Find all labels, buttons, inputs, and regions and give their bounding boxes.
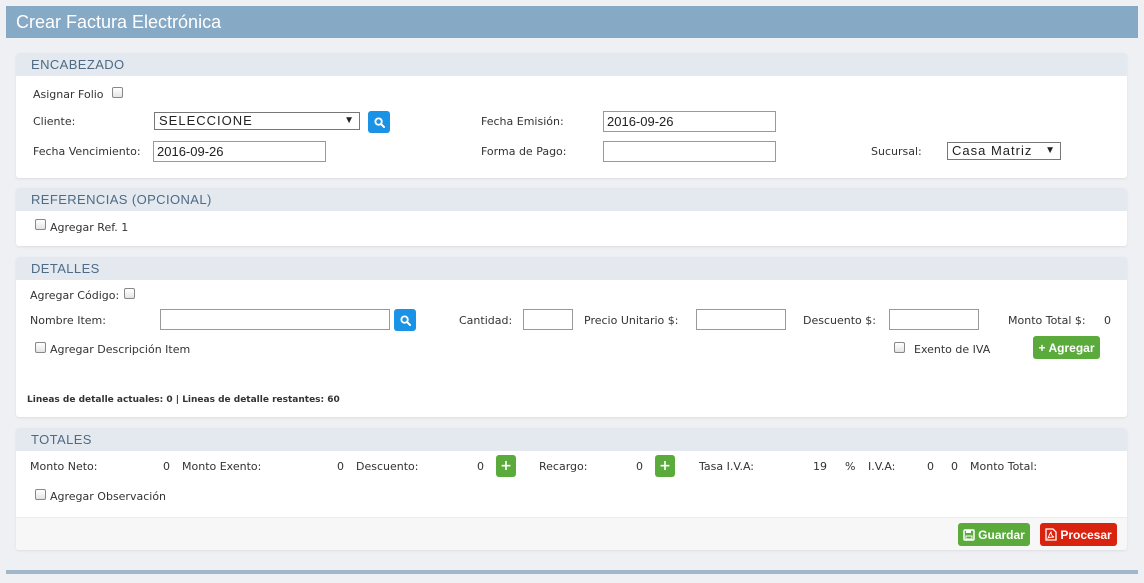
plus-icon: + xyxy=(500,458,512,474)
descuento-label: Descuento $: xyxy=(803,314,876,327)
referencias-header: REFERENCIAS (OPCIONAL) xyxy=(16,188,1127,211)
recargo-value: 0 xyxy=(636,460,643,473)
forma-pago-label: Forma de Pago: xyxy=(481,145,567,158)
cliente-select-value: SELECCIONE xyxy=(159,113,253,128)
fecha-vencimiento-label: Fecha Vencimiento: xyxy=(33,145,141,158)
fecha-emision-label: Fecha Emisión: xyxy=(481,115,564,128)
add-recargo-button[interactable]: + xyxy=(655,455,675,477)
agregar-descripcion-label: Agregar Descripción Item xyxy=(50,343,191,356)
detalles-header: DETALLES xyxy=(16,257,1127,280)
monto-total-label: Monto Total $: xyxy=(1008,314,1086,327)
agregar-codigo-checkbox[interactable] xyxy=(124,288,135,299)
agregar-item-button[interactable]: + Agregar xyxy=(1033,336,1100,359)
pdf-icon xyxy=(1045,528,1057,541)
agregar-codigo-label: Agregar Código: xyxy=(30,289,120,302)
guardar-button[interactable]: Guardar xyxy=(958,523,1030,546)
precio-unitario-label: Precio Unitario $: xyxy=(584,314,679,327)
exento-iva-checkbox[interactable] xyxy=(894,342,905,353)
encabezado-panel: ENCABEZADO Asignar Folio Cliente: SELECC… xyxy=(16,53,1127,178)
page-title: Crear Factura Electrónica xyxy=(6,6,1138,38)
fecha-vencimiento-input[interactable]: 2016-09-26 xyxy=(153,141,326,162)
asignar-folio-label: Asignar Folio xyxy=(33,88,104,101)
add-descuento-button[interactable]: + xyxy=(496,455,516,477)
item-search-button[interactable] xyxy=(394,309,416,331)
monto-total-value: 0 xyxy=(1104,314,1111,327)
precio-unitario-input[interactable] xyxy=(696,309,786,330)
totales-panel: TOTALES Monto Neto: 0 Monto Exento: 0 De… xyxy=(16,428,1127,550)
procesar-label: Procesar xyxy=(1060,527,1112,542)
recargo-label: Recargo: xyxy=(539,460,588,473)
monto-exento-label: Monto Exento: xyxy=(182,460,262,473)
referencias-panel: REFERENCIAS (OPCIONAL) Agregar Ref. 1 xyxy=(16,188,1127,246)
agregar-observacion-checkbox[interactable] xyxy=(35,489,46,500)
monto-exento-value: 0 xyxy=(337,460,344,473)
totales-header: TOTALES xyxy=(16,428,1127,451)
cliente-select[interactable]: SELECCIONE ▼ xyxy=(154,112,360,130)
agregar-ref-checkbox[interactable] xyxy=(35,219,46,230)
search-icon xyxy=(399,314,411,326)
monto-total-final-label: Monto Total: xyxy=(970,460,1038,473)
iva-value: 0 xyxy=(927,460,934,473)
descuento-input[interactable] xyxy=(889,309,979,330)
tasa-iva-value: 19 xyxy=(813,460,827,473)
search-icon xyxy=(373,116,385,128)
descuento-total-value: 0 xyxy=(477,460,484,473)
guardar-label: Guardar xyxy=(978,527,1025,542)
fecha-emision-input[interactable]: 2016-09-26 xyxy=(603,111,776,132)
chevron-down-icon: ▼ xyxy=(1045,145,1055,156)
exento-iva-label: Exento de IVA xyxy=(914,343,991,356)
tasa-iva-unit: % xyxy=(845,460,856,473)
asignar-folio-checkbox[interactable] xyxy=(112,87,123,98)
descuento-total-label: Descuento: xyxy=(356,460,419,473)
monto-neto-value: 0 xyxy=(163,460,170,473)
bottom-divider xyxy=(6,570,1138,574)
tasa-iva-label: Tasa I.V.A: xyxy=(699,460,754,473)
procesar-button[interactable]: Procesar xyxy=(1040,523,1117,546)
agregar-descripcion-checkbox[interactable] xyxy=(35,342,46,353)
chevron-down-icon: ▼ xyxy=(344,115,354,126)
agregar-observacion-label: Agregar Observación xyxy=(50,490,167,503)
encabezado-header: ENCABEZADO xyxy=(16,53,1127,76)
sucursal-select-value: Casa Matriz xyxy=(952,143,1033,158)
sucursal-select[interactable]: Casa Matriz ▼ xyxy=(947,142,1061,160)
cantidad-input[interactable] xyxy=(523,309,573,330)
forma-pago-input[interactable] xyxy=(603,141,776,162)
plus-icon: + xyxy=(1038,340,1046,355)
cliente-search-button[interactable] xyxy=(368,111,390,133)
cliente-label: Cliente: xyxy=(33,115,76,128)
iva-label: I.V.A: xyxy=(868,460,896,473)
nombre-item-input[interactable] xyxy=(160,309,390,330)
plus-icon: + xyxy=(659,458,671,474)
agregar-item-label: Agregar xyxy=(1048,340,1095,355)
save-icon xyxy=(963,528,975,541)
cantidad-label: Cantidad: xyxy=(459,314,513,327)
nombre-item-label: Nombre Item: xyxy=(30,314,106,327)
sucursal-label: Sucursal: xyxy=(871,145,922,158)
iva-value-secondary: 0 xyxy=(951,460,958,473)
monto-neto-label: Monto Neto: xyxy=(30,460,98,473)
agregar-ref-label: Agregar Ref. 1 xyxy=(50,221,129,234)
lineas-info: Lineas de detalle actuales: 0 | Lineas d… xyxy=(27,395,340,405)
detalles-panel: DETALLES Agregar Código: Nombre Item: Ca… xyxy=(16,257,1127,417)
